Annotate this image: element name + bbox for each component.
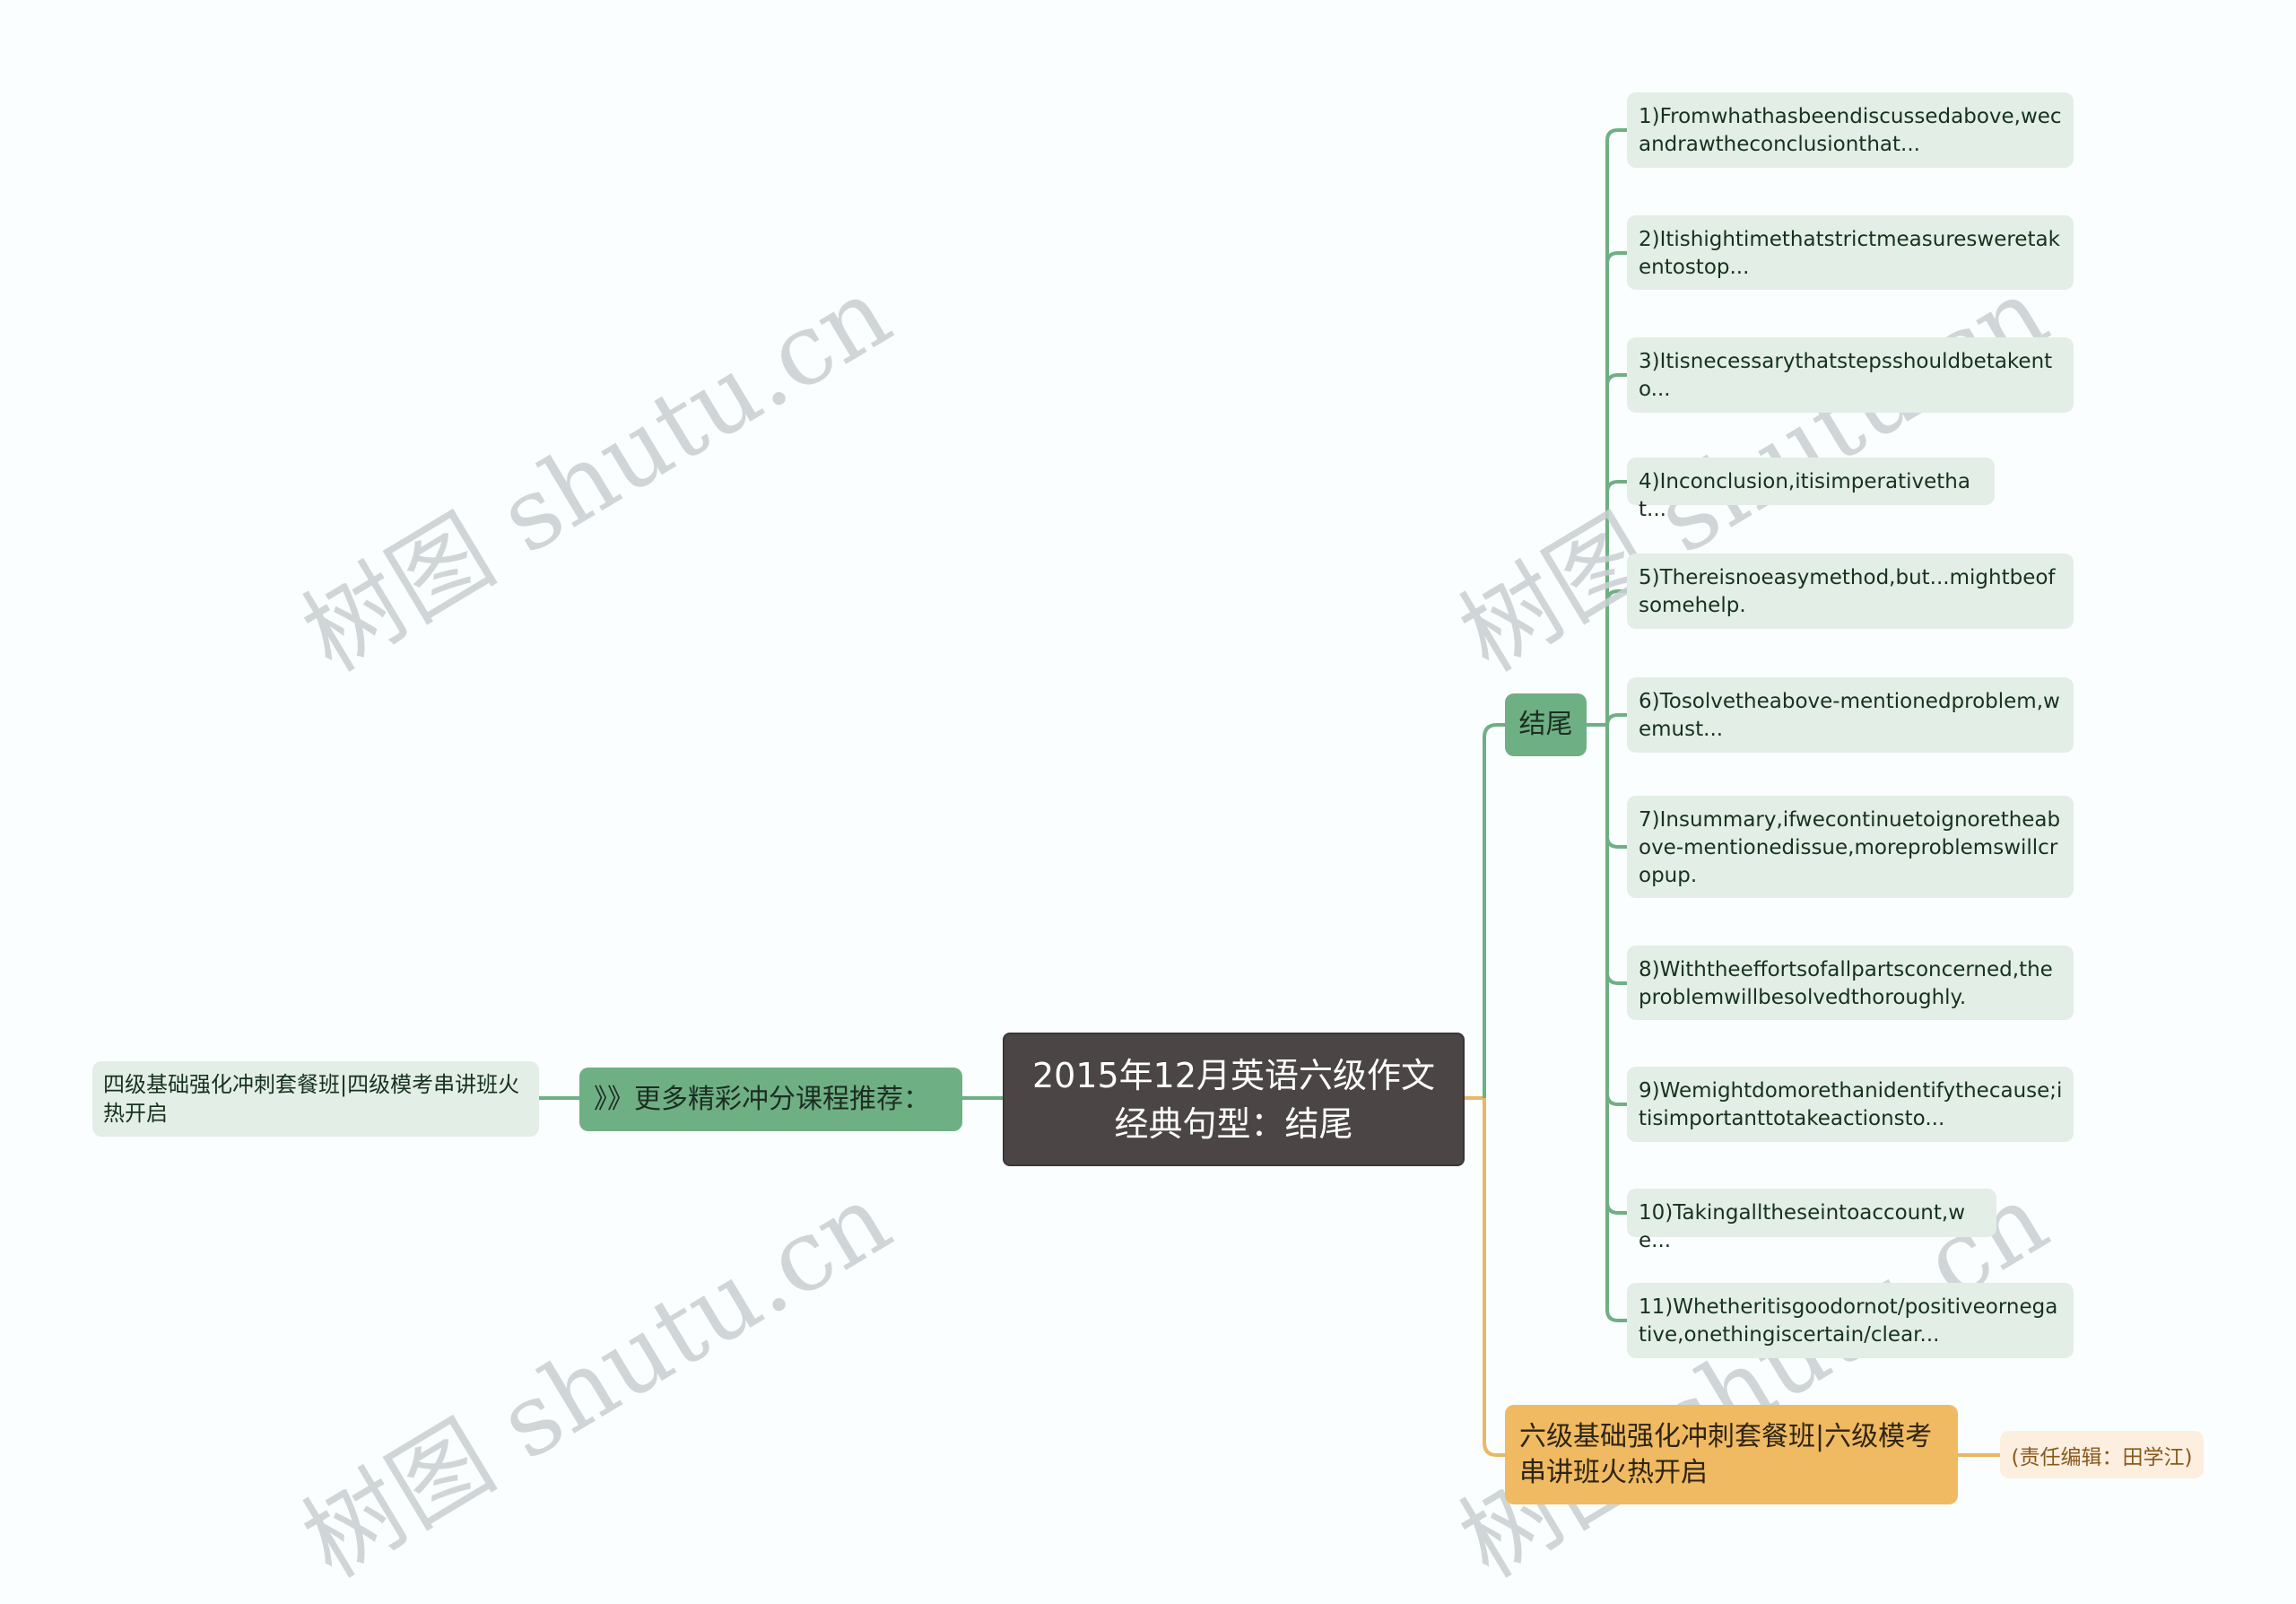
ending-sentence-text: 11)Whetheritisgoodornot/positiveornegati… — [1639, 1295, 2058, 1347]
ending-sentence-leaf[interactable]: 7)Insummary,ifwecontinuetoignoretheabove… — [1627, 796, 2074, 898]
ending-sentence-leaf[interactable]: 5)Thereisnoeasymethod,but...mightbeofsom… — [1627, 554, 2074, 629]
branch-more-courses-label: 》》更多精彩冲分课程推荐： — [594, 1083, 930, 1115]
central-topic[interactable]: 2015年12月英语六级作文经典句型：结尾 — [1003, 1033, 1465, 1166]
central-topic-label: 2015年12月英语六级作文经典句型：结尾 — [1031, 1055, 1436, 1144]
branch-ending[interactable]: 结尾 — [1505, 693, 1587, 756]
ending-sentence-leaf[interactable]: 9)Wemightdomorethanidentifythecause;itis… — [1627, 1067, 2074, 1142]
branch-promo-label: 六级基础强化冲刺套餐班|六级模考串讲班火热开启 — [1519, 1420, 1933, 1488]
connector-leaf — [1605, 589, 1627, 725]
branch-more-courses[interactable]: 》》更多精彩冲分课程推荐： — [579, 1068, 962, 1131]
connector-leaf — [1605, 251, 1627, 725]
ending-sentence-text: 9)Wemightdomorethanidentifythecause;itis… — [1639, 1079, 2063, 1130]
connector-trunk-promo — [1483, 1098, 1505, 1457]
ending-sentence-leaf[interactable]: 3)Itisnecessarythatstepsshouldbetakento.… — [1627, 337, 2074, 413]
connector-leaf — [1605, 725, 1627, 849]
ending-sentence-leaf[interactable]: 11)Whetheritisgoodornot/positiveornegati… — [1627, 1283, 2074, 1358]
editor-note-text: (责任编辑：田学江) — [2011, 1445, 2193, 1469]
ending-sentence-text: 1)Fromwhathasbeendiscussedabove,wecandra… — [1639, 105, 2062, 156]
ending-sentence-text: 5)Thereisnoeasymethod,but...mightbeofsom… — [1639, 566, 2056, 617]
ending-sentence-text: 8)Withtheeffortsofallpartsconcerned,thep… — [1639, 958, 2053, 1009]
ending-sentence-leaf[interactable]: 10)Takingalltheseintoaccount,we... — [1627, 1189, 1996, 1252]
connector-leaf — [1605, 128, 1627, 725]
left-leaf-text: 四级基础强化冲刺套餐班|四级模考串讲班火热开启 — [103, 1072, 520, 1126]
left-leaf-node[interactable]: 四级基础强化冲刺套餐班|四级模考串讲班火热开启 — [92, 1061, 539, 1137]
connector-leaf — [1605, 725, 1627, 1215]
branch-promo[interactable]: 六级基础强化冲刺套餐班|六级模考串讲班火热开启 — [1505, 1405, 1958, 1504]
connector-trunk-ending — [1483, 723, 1505, 1098]
ending-sentence-leaf[interactable]: 2)Itishightimethatstrictmeasuresweretake… — [1627, 215, 2074, 290]
ending-sentence-text: 3)Itisnecessarythatstepsshouldbetakento.… — [1639, 350, 2053, 401]
ending-sentence-text: 2)Itishightimethatstrictmeasuresweretake… — [1639, 228, 2060, 279]
ending-sentence-leaf[interactable]: 8)Withtheeffortsofallpartsconcerned,thep… — [1627, 946, 2074, 1020]
connector-leaf — [1605, 373, 1627, 725]
ending-sentence-text: 6)Tosolvetheabove-mentionedproblem,wemus… — [1639, 690, 2060, 741]
connector-leaf — [1605, 480, 1627, 725]
connector-leaf — [1605, 713, 1627, 727]
connector-leaf — [1605, 725, 1627, 985]
ending-sentence-text: 7)Insummary,ifwecontinuetoignoretheabove… — [1639, 808, 2061, 887]
ending-sentence-leaf[interactable]: 6)Tosolvetheabove-mentionedproblem,wemus… — [1627, 677, 2074, 753]
connector-leaf — [1605, 725, 1627, 1106]
editor-note: (责任编辑：田学江) — [2000, 1431, 2204, 1478]
ending-sentence-leaf[interactable]: 4)Inconclusion,itisimperativethat... — [1627, 458, 1995, 521]
branch-ending-label: 结尾 — [1518, 709, 1573, 740]
ending-sentence-leaf[interactable]: 1)Fromwhathasbeendiscussedabove,wecandra… — [1627, 92, 2074, 168]
connector-leaf — [1605, 725, 1627, 1322]
